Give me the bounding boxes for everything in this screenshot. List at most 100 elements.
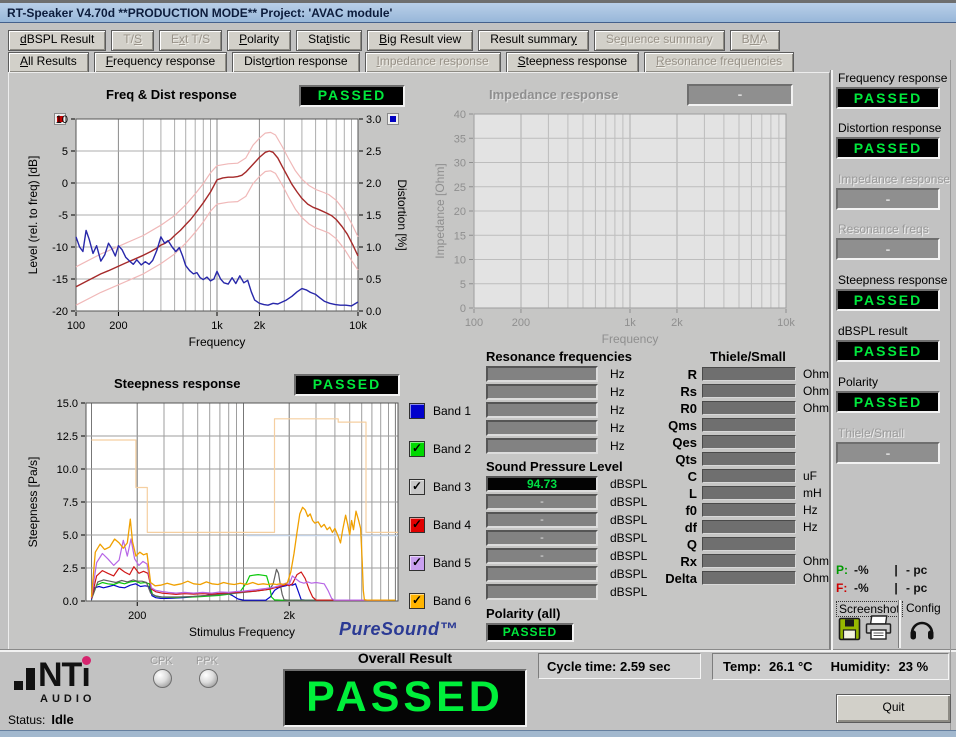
headphones-icon [908, 616, 936, 642]
tab-impedance-response: Impedance response [365, 52, 501, 73]
svg-text:2.0: 2.0 [366, 178, 381, 190]
thiele-unit-r: Ohm [803, 367, 843, 381]
thiele-row-qms: Qms [629, 418, 843, 432]
checkbox-band-5[interactable]: ✓ [409, 555, 425, 571]
floppy-disk-icon [838, 616, 862, 642]
cycle-time-box: Cycle time: 2.59 sec [538, 653, 701, 679]
thiele-small-list: ROhmRsOhmR0OhmQmsQesQtsCuFLmHf0HzdfHzQRx… [629, 367, 843, 588]
toolbar-row-1: dBSPL ResultT/SExt T/SPolarityStatisticB… [8, 30, 785, 51]
resonance-value-list: HzHzHzHzHz [486, 366, 625, 456]
thiele-label-qms: Qms [629, 418, 702, 433]
thiele-row-rs: RsOhm [629, 384, 843, 398]
svg-text:Distortion [%]: Distortion [%] [395, 179, 409, 250]
sidebar-label-frequency-response: Frequency response [838, 71, 947, 85]
toolbar-row-2: All ResultsFrequency responseDistortion … [8, 52, 799, 73]
svg-text:Stimulus Frequency: Stimulus Frequency [189, 625, 295, 639]
humidity-value: 23 % [899, 659, 929, 674]
svg-text:200: 200 [128, 610, 146, 622]
svg-text:10k: 10k [349, 320, 367, 332]
overall-result-badge: PASSED [283, 669, 527, 727]
sidebar-label-thiele-small: Thiele/Small [838, 426, 904, 440]
thiele-row-delta: DeltaOhm [629, 571, 843, 585]
resonance-unit: Hz [610, 439, 625, 453]
tab-all-results[interactable]: All Results [8, 52, 89, 73]
thiele-value-qes [702, 435, 796, 449]
svg-text:200: 200 [512, 317, 530, 329]
spl-section-title: Sound Pressure Level [486, 459, 623, 474]
svg-text:5: 5 [460, 279, 466, 291]
overall-result-label: Overall Result [283, 650, 527, 666]
svg-text:-15: -15 [52, 274, 68, 286]
svg-text:10: 10 [56, 114, 68, 126]
thiele-row-r0: R0Ohm [629, 401, 843, 415]
svg-text:-20: -20 [52, 306, 68, 318]
thiele-row-qts: Qts [629, 452, 843, 466]
thiele-value-df [702, 520, 796, 534]
checkbox-band-4[interactable]: ✓ [409, 517, 425, 533]
resonance-value-4 [486, 420, 598, 436]
svg-text:15: 15 [454, 230, 466, 242]
main-panel: Freq & Dist response PASSED -20-15-10-50… [8, 72, 830, 650]
svg-text:0: 0 [460, 303, 466, 315]
checkbox-band-2[interactable]: ✓ [409, 441, 425, 457]
checkbox-band-3[interactable]: ✓ [409, 479, 425, 495]
resonance-unit: Hz [610, 403, 625, 417]
svg-text:-10: -10 [52, 242, 68, 254]
legend-item-band-6: ✓Band 6 [409, 593, 471, 609]
resonance-row: Hz [486, 402, 625, 418]
temp-humidity-box: Temp: 26.1 °C Humidity: 23 % [712, 653, 949, 680]
thiele-value-qts [702, 452, 796, 466]
sidebar-label-polarity: Polarity [838, 375, 878, 389]
thiele-row-qes: Qes [629, 435, 843, 449]
sidebar-status-frequency-response: PASSED [836, 87, 940, 109]
thiele-row-c: CuF [629, 469, 843, 483]
tab-ext-t-s: Ext T/S [159, 30, 222, 51]
quit-button[interactable]: Quit [836, 694, 951, 723]
sidebar-status-thiele-small: - [836, 442, 940, 464]
thiele-value-rx [702, 554, 796, 568]
svg-text:0: 0 [62, 178, 68, 190]
sidebar-label-resonance-freqs: Resonance freqs [838, 222, 929, 236]
svg-text:35: 35 [454, 133, 466, 145]
tab-result-summary[interactable]: Result summary [478, 30, 589, 51]
tab-steepness-response[interactable]: Steepness response [506, 52, 639, 73]
svg-text:40: 40 [454, 109, 466, 121]
tab-distortion-response[interactable]: Distortion response [232, 52, 359, 73]
title-bar: RT-Speaker V4.70d **PRODUCTION MODE** Pr… [0, 3, 956, 23]
tab-statistic[interactable]: Statistic [296, 30, 362, 51]
humidity-label: Humidity: [831, 659, 891, 674]
thiele-label-c: C [629, 469, 702, 484]
thiele-row-l: LmH [629, 486, 843, 500]
tab-dbspl-result[interactable]: dBSPL Result [8, 30, 106, 51]
resonance-unit: Hz [610, 421, 625, 435]
printer-icon [864, 614, 894, 642]
svg-text:12.5: 12.5 [57, 431, 78, 443]
spl-value-3: - [486, 512, 598, 528]
tab-big-result-view[interactable]: Big Result view [367, 30, 473, 51]
svg-text:Impedance [Ohm]: Impedance [Ohm] [434, 163, 447, 258]
thiele-label-delta: Delta [629, 571, 702, 586]
spl-value-list: 94.73dBSPL-dBSPL-dBSPL-dBSPL-dBSPLdBSPLd… [486, 476, 647, 602]
legend-item-band-4: ✓Band 4 [409, 517, 471, 533]
sidebar-status-dbspl-result: PASSED [836, 340, 940, 362]
spl-value-4: - [486, 530, 598, 546]
logo-subtitle: AUDIO [40, 693, 144, 705]
svg-text:1.5: 1.5 [366, 210, 381, 222]
spl-row: 94.73dBSPL [486, 476, 647, 492]
svg-text:Level (rel. to freq) [dB]: Level (rel. to freq) [dB] [26, 156, 40, 275]
tab-polarity[interactable]: Polarity [227, 30, 291, 51]
resonance-value-3 [486, 402, 598, 418]
spl-value-2: - [486, 494, 598, 510]
tab-t-s: T/S [111, 30, 154, 51]
thiele-label-r0: R0 [629, 401, 702, 416]
checkbox-band-1[interactable] [409, 403, 425, 419]
tab-frequency-response[interactable]: Frequency response [94, 52, 227, 73]
thiele-unit-df: Hz [803, 520, 843, 534]
legend-label-band-2: Band 2 [433, 442, 471, 456]
impedance-chart-svg: 05101520253035401002001k2k10kFrequencyIm… [434, 76, 828, 362]
tab-resonance-frequencies: Resonance frequencies [644, 52, 794, 73]
resonance-value-2 [486, 384, 598, 400]
checkbox-band-6[interactable]: ✓ [409, 593, 425, 609]
thiele-label-qes: Qes [629, 435, 702, 450]
resonance-value-5 [486, 438, 598, 454]
